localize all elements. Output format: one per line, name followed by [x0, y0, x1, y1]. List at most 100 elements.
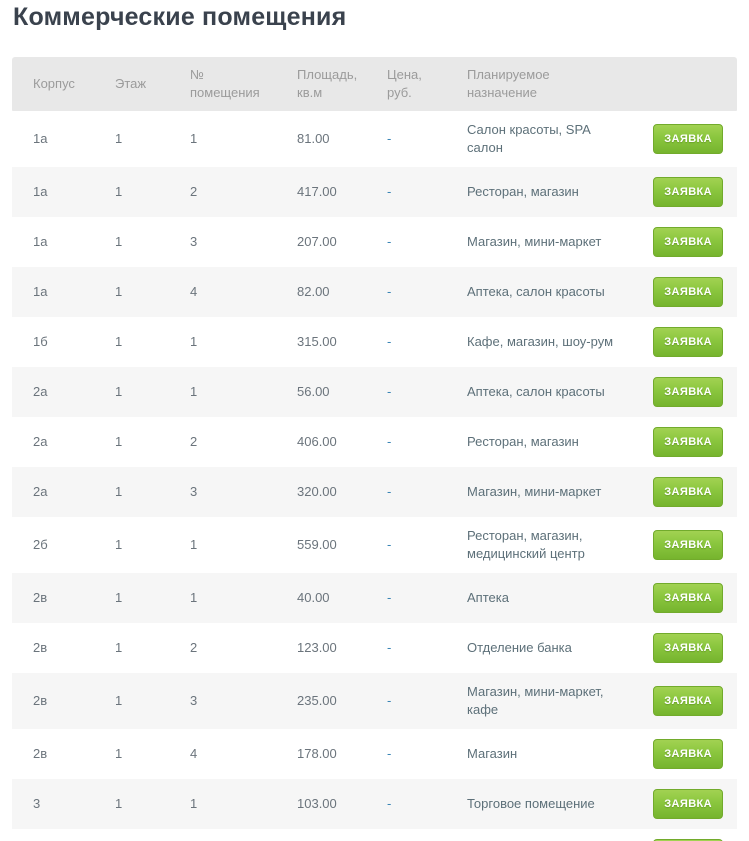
request-button[interactable]: ЗАЯВКА	[653, 739, 723, 769]
cell-area: 417.00	[276, 167, 366, 217]
cell-price: -	[366, 367, 446, 417]
request-button[interactable]: ЗАЯВКА	[653, 277, 723, 307]
cell-action: ЗАЯВКА	[625, 573, 737, 623]
cell-floor: 1	[94, 467, 169, 517]
cell-area: 40.00	[276, 573, 366, 623]
cell-area: 81.00	[276, 111, 366, 167]
cell-number: 1	[169, 111, 276, 167]
request-button[interactable]: ЗАЯВКА	[653, 377, 723, 407]
cell-floor: 1	[94, 779, 169, 829]
cell-korpus: 2а	[12, 367, 94, 417]
table-row: 2в 1 4 178.00 - Магазин ЗАЯВКА	[12, 729, 737, 779]
request-button[interactable]: ЗАЯВКА	[653, 227, 723, 257]
cell-area: 207.00	[276, 217, 366, 267]
cell-purpose: Аптека	[446, 573, 625, 623]
cell-korpus: 2а	[12, 467, 94, 517]
request-button[interactable]: ЗАЯВКА	[653, 686, 723, 716]
cell-area: 103.00	[276, 779, 366, 829]
request-button[interactable]: ЗАЯВКА	[653, 124, 723, 154]
commercial-premises-page: Коммерческие помещения Корпус Этаж № пом…	[0, 0, 749, 841]
cell-number: 2	[169, 167, 276, 217]
request-button[interactable]: ЗАЯВКА	[653, 789, 723, 819]
request-button[interactable]: ЗАЯВКА	[653, 530, 723, 560]
table-row: 2а 1 3 320.00 - Магазин, мини-маркет ЗАЯ…	[12, 467, 737, 517]
cell-purpose: Отделение банка	[446, 623, 625, 673]
cell-action: ЗАЯВКА	[625, 217, 737, 267]
cell-price: -	[366, 317, 446, 367]
column-header-floor: Этаж	[94, 57, 169, 111]
table-row: 2в 1 2 123.00 - Отделение банка ЗАЯВКА	[12, 623, 737, 673]
cell-number: 2	[169, 623, 276, 673]
cell-floor: 1	[94, 829, 169, 841]
cell-price: -	[366, 111, 446, 167]
cell-price: -	[366, 267, 446, 317]
request-button[interactable]: ЗАЯВКА	[653, 327, 723, 357]
column-header-price: Цена, руб.	[366, 57, 446, 111]
cell-action: ЗАЯВКА	[625, 829, 737, 841]
cell-number: 1	[169, 573, 276, 623]
cell-korpus: 2в	[12, 573, 94, 623]
table-row: 1а 1 3 207.00 - Магазин, мини-маркет ЗАЯ…	[12, 217, 737, 267]
cell-action: ЗАЯВКА	[625, 623, 737, 673]
cell-korpus: 1б	[12, 317, 94, 367]
cell-floor: 1	[94, 417, 169, 467]
table-row: 1а 1 4 82.00 - Аптека, салон красоты ЗАЯ…	[12, 267, 737, 317]
cell-purpose: Торговое помещение	[446, 779, 625, 829]
cell-action: ЗАЯВКА	[625, 167, 737, 217]
cell-korpus: 1а	[12, 217, 94, 267]
cell-area: 178.00	[276, 729, 366, 779]
request-button[interactable]: ЗАЯВКА	[653, 633, 723, 663]
cell-korpus: 3	[12, 779, 94, 829]
cell-price: -	[366, 673, 446, 729]
column-header-purpose: Планируемое назначение	[446, 57, 625, 111]
cell-korpus: 1а	[12, 111, 94, 167]
cell-purpose: Ресторан, магазин, медицинский центр	[446, 517, 625, 573]
cell-floor: 1	[94, 673, 169, 729]
cell-action: ЗАЯВКА	[625, 317, 737, 367]
cell-floor: 1	[94, 167, 169, 217]
request-button[interactable]: ЗАЯВКА	[653, 427, 723, 457]
request-button[interactable]: ЗАЯВКА	[653, 177, 723, 207]
cell-floor: 1	[94, 317, 169, 367]
column-header-area: Площадь, кв.м	[276, 57, 366, 111]
table-body: 1а 1 1 81.00 - Салон красоты, SPA салон …	[12, 111, 737, 841]
cell-floor: 1	[94, 729, 169, 779]
table-header-row: Корпус Этаж № помещения Площадь, кв.м Це…	[12, 57, 737, 111]
table-row: 1а 1 2 417.00 - Ресторан, магазин ЗАЯВКА	[12, 167, 737, 217]
request-button[interactable]: ЗАЯВКА	[653, 583, 723, 613]
cell-action: ЗАЯВКА	[625, 467, 737, 517]
premises-table: Корпус Этаж № помещения Площадь, кв.м Це…	[12, 57, 737, 841]
cell-purpose: Аптека, салон красоты	[446, 267, 625, 317]
cell-action: ЗАЯВКА	[625, 267, 737, 317]
cell-price: -	[366, 167, 446, 217]
table-row: 2в 1 3 235.00 - Магазин, мини-маркет, ка…	[12, 673, 737, 729]
cell-area: 82.00	[276, 267, 366, 317]
table-row: 2а 1 1 56.00 - Аптека, салон красоты ЗАЯ…	[12, 367, 737, 417]
cell-price: -	[366, 779, 446, 829]
cell-floor: 1	[94, 217, 169, 267]
cell-floor: 1	[94, 623, 169, 673]
cell-number: 2	[169, 417, 276, 467]
request-button[interactable]: ЗАЯВКА	[653, 477, 723, 507]
table-row: 2б 1 1 559.00 - Ресторан, магазин, медиц…	[12, 517, 737, 573]
cell-action: ЗАЯВКА	[625, 111, 737, 167]
cell-area: 315.00	[276, 317, 366, 367]
table-row: 2а 1 2 406.00 - Ресторан, магазин ЗАЯВКА	[12, 417, 737, 467]
cell-purpose: Салон красоты, SPA салон	[446, 111, 625, 167]
cell-price: -	[366, 217, 446, 267]
cell-korpus: 2в	[12, 623, 94, 673]
table-row: 1б 1 1 315.00 - Кафе, магазин, шоу-рум З…	[12, 317, 737, 367]
cell-purpose: Аптека, салон красоты	[446, 367, 625, 417]
cell-korpus: 3	[12, 829, 94, 841]
cell-purpose: Торговое помещение	[446, 829, 625, 841]
cell-floor: 1	[94, 517, 169, 573]
cell-action: ЗАЯВКА	[625, 673, 737, 729]
cell-price: -	[366, 417, 446, 467]
cell-purpose: Ресторан, магазин	[446, 417, 625, 467]
cell-purpose: Магазин	[446, 729, 625, 779]
table-row: 3 1 1 103.00 - Торговое помещение ЗАЯВКА	[12, 779, 737, 829]
cell-number: 3	[169, 217, 276, 267]
cell-number: 1	[169, 367, 276, 417]
cell-floor: 1	[94, 367, 169, 417]
cell-action: ЗАЯВКА	[625, 517, 737, 573]
